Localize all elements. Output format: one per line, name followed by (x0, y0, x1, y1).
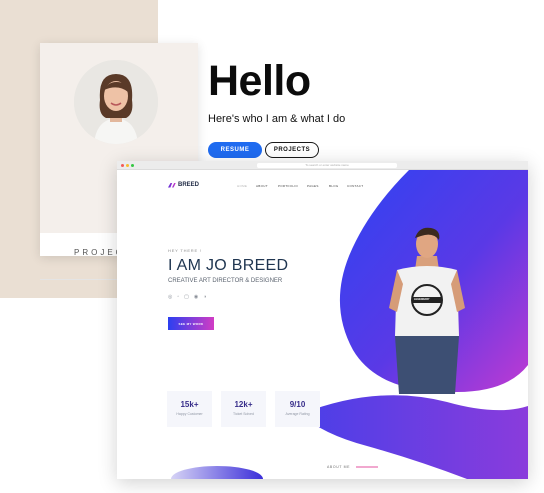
hero-role: CREATIVE ART DIRECTOR & DESIGNER (168, 278, 283, 284)
stat-label: Happy Customer (176, 412, 203, 416)
stat-value: 9/10 (289, 400, 306, 409)
brand-name: BREED (178, 182, 200, 188)
see-my-work-button[interactable]: SEE MY WORK (168, 317, 214, 330)
brand-logo-icon (168, 182, 176, 188)
stat-card: 9/10 Average Rating (275, 391, 320, 427)
stat-label: Average Rating (285, 412, 310, 416)
hero-portrait (389, 227, 465, 394)
social-links: ◎ ▫ ▢ ◉ ◑ (168, 294, 206, 300)
resume-button[interactable]: RESUME (208, 142, 262, 158)
maximize-window-dot[interactable] (131, 164, 134, 167)
about-accent-bar (356, 466, 378, 468)
hero-title: Hello (208, 57, 311, 105)
browser-toolbar: To search or enter website name (117, 161, 528, 170)
projects-button[interactable]: PROJECTS (265, 142, 319, 158)
stat-label: Ticket Solved (233, 412, 254, 416)
twitter-icon[interactable]: ◎ (168, 294, 172, 300)
nav-contact[interactable]: CONTACT (347, 184, 363, 188)
website-page: LEGENDARY BREED HOME ABOUT PORTFOLIO PAG… (117, 170, 528, 479)
facebook-icon[interactable]: ▫ (177, 294, 179, 300)
brand-logo[interactable]: BREED (168, 182, 199, 188)
nav-portfolio[interactable]: PORTFOLIO (278, 184, 298, 188)
instagram-icon[interactable]: ▢ (184, 294, 189, 300)
dribbble-icon[interactable]: ◉ (194, 294, 198, 300)
stat-card: 12k+ Ticket Solved (221, 391, 266, 427)
hero-tagline: Here's who I am & what I do (208, 113, 346, 125)
about-heading: ABOUT ME (327, 465, 351, 469)
hero-kicker: HEY THERE ! (168, 248, 202, 253)
nav-home[interactable]: HOME (237, 184, 247, 188)
avatar (74, 60, 158, 144)
close-window-dot[interactable] (121, 164, 124, 167)
pinterest-icon[interactable]: ◑ (203, 294, 206, 300)
stat-value: 15k+ (180, 400, 199, 409)
nav-about[interactable]: ABOUT (256, 184, 268, 188)
stat-value: 12k+ (234, 400, 253, 409)
address-bar[interactable]: To search or enter website name (257, 163, 397, 168)
hero-name: I AM JO BREED (168, 257, 289, 274)
browser-window: To search or enter website name LEGENDAR… (117, 161, 528, 479)
nav-blog[interactable]: BLOG (329, 184, 339, 188)
nav-pages[interactable]: PAGES (307, 184, 319, 188)
stat-card: 15k+ Happy Customer (167, 391, 212, 427)
screenshot-stage: { "hero": { "greeting": "Hello", "taglin… (0, 0, 544, 493)
minimize-window-dot[interactable] (126, 164, 129, 167)
tee-print-text: LEGENDARY (414, 298, 430, 301)
